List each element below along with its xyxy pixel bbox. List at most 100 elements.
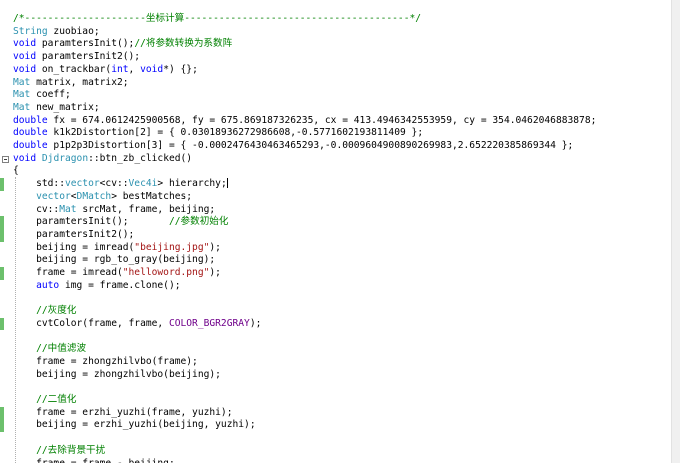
- code-token: frame = frame - beijing;: [13, 457, 175, 463]
- code-line[interactable]: double p1p2p3Distortion[3] = { -0.000247…: [13, 140, 573, 153]
- code-token: *) {};: [163, 63, 198, 75]
- collapse-fold-icon[interactable]: [2, 155, 9, 163]
- code-token: int: [111, 63, 129, 75]
- code-token: "helloword.png": [122, 267, 210, 278]
- code-line[interactable]: String zuobiao;: [13, 26, 100, 39]
- code-line[interactable]: //去除背景干扰: [13, 445, 105, 458]
- code-token: new_matrix;: [30, 101, 100, 113]
- code-token: ::btn_zb_clicked(): [88, 152, 193, 164]
- change-marker: [0, 216, 4, 242]
- code-line[interactable]: cvtColor(frame, frame, COLOR_BGR2GRAY);: [13, 318, 261, 331]
- code-token: //去除背景干扰: [36, 444, 106, 456]
- code-line[interactable]: cv::Mat srcMat, frame, beijing;: [13, 204, 215, 217]
- code-token: //二值化: [36, 394, 77, 405]
- code-line[interactable]: void paramtersInit2();: [13, 51, 140, 64]
- code-token: );: [249, 317, 262, 329]
- code-editor[interactable]: /*---------------------坐标计算-------------…: [0, 0, 680, 463]
- code-token: COLOR_BGR2GRAY: [168, 317, 250, 329]
- change-marker: [0, 317, 4, 331]
- code-line[interactable]: paramtersInit2();: [13, 229, 134, 242]
- code-token: ,: [128, 63, 141, 75]
- code-token: Mat: [13, 76, 31, 88]
- code-token: void: [13, 38, 37, 50]
- code-token: cv::: [13, 203, 60, 215]
- code-token: > bestMatches;: [111, 190, 193, 202]
- code-token: srcMat, frame, beijing;: [76, 203, 216, 215]
- text-caret: [226, 178, 228, 189]
- code-token: beijing = rgb_to_gray(beijing);: [13, 254, 216, 266]
- code-token: coeff;: [30, 89, 71, 101]
- code-token: Mat: [59, 203, 77, 215]
- code-line[interactable]: paramtersInit(); //参数初始化: [13, 216, 228, 229]
- code-line[interactable]: frame = frame - beijing;: [13, 458, 175, 463]
- code-token: cvtColor(frame, frame,: [13, 317, 169, 329]
- code-line[interactable]: double fx = 674.0612425900568, fy = 675.…: [13, 115, 596, 128]
- code-token: paramtersInit();: [36, 38, 135, 50]
- code-line[interactable]: frame = imread("helloword.png");: [13, 267, 221, 280]
- code-token: double: [13, 127, 48, 139]
- code-line[interactable]: beijing = imread("beijing.jpg");: [13, 242, 221, 255]
- code-line[interactable]: void Djdragon::btn_zb_clicked(): [13, 153, 192, 166]
- code-token: paramtersInit2();: [13, 228, 135, 240]
- code-token: double: [13, 114, 48, 126]
- code-token: > hierarchy;: [157, 178, 227, 190]
- code-line[interactable]: //灰度化: [13, 305, 76, 318]
- code-token: zuobiao;: [47, 25, 100, 37]
- code-line[interactable]: vector<DMatch> bestMatches;: [13, 191, 192, 204]
- code-line[interactable]: std::vector<cv::Vec4i> hierarchy;: [13, 178, 228, 191]
- code-token: p1p2p3Distortion[3] = { -0.0002476430463…: [47, 140, 574, 151]
- code-token: frame = zhongzhilvbo(frame);: [13, 355, 198, 367]
- code-token: double: [13, 140, 48, 151]
- code-token: paramtersInit2();: [36, 51, 141, 63]
- code-token: vector: [64, 178, 100, 190]
- code-token: );: [209, 267, 221, 278]
- code-line[interactable]: //二值化: [13, 394, 76, 407]
- code-token: beijing = zhongzhilvbo(beijing);: [13, 368, 221, 380]
- indent-guide: [15, 176, 16, 463]
- code-token: void: [140, 63, 164, 75]
- code-token: DMatch: [76, 190, 112, 202]
- code-line[interactable]: /*---------------------坐标计算-------------…: [13, 13, 421, 26]
- code-line[interactable]: auto img = frame.clone();: [13, 279, 181, 293]
- code-token: frame = imread(: [13, 267, 123, 278]
- code-line[interactable]: double k1k2Distortion[2] = { 0.030189362…: [13, 127, 423, 140]
- code-token: //中值滤波: [36, 343, 87, 355]
- code-token: void: [13, 63, 37, 75]
- code-token: Mat: [13, 101, 31, 113]
- code-line[interactable]: void on_trackbar(int, void*) {};: [13, 64, 198, 77]
- code-line[interactable]: beijing = erzhi_yuzhi(beijing, yuzhi);: [13, 419, 256, 432]
- code-token: //参数初始化: [168, 216, 229, 228]
- code-line[interactable]: //中值滤波: [13, 343, 86, 356]
- code-token: img = frame.clone();: [59, 279, 181, 291]
- vertical-scrollbar[interactable]: [671, 0, 680, 463]
- code-line[interactable]: frame = erzhi_yuzhi(frame, yuzhi);: [13, 407, 232, 420]
- code-token: beijing = imread(: [13, 241, 135, 253]
- code-token: matrix, matrix2;: [30, 76, 129, 88]
- code-token: String: [13, 25, 48, 37]
- code-line[interactable]: Mat coeff;: [13, 89, 71, 102]
- code-token: );: [209, 241, 221, 253]
- code-token: fx = 674.0612425900568, fy = 675.8691873…: [47, 114, 597, 126]
- code-line[interactable]: beijing = zhongzhilvbo(beijing);: [13, 369, 221, 382]
- code-token: paramtersInit();: [13, 216, 169, 228]
- code-line[interactable]: frame = zhongzhilvbo(frame);: [13, 356, 198, 369]
- code-token: k1k2Distortion[2] = { 0.0301893627298660…: [47, 127, 424, 139]
- code-token: Vec4i: [128, 178, 158, 190]
- code-line[interactable]: Mat matrix, matrix2;: [13, 77, 129, 90]
- code-line[interactable]: beijing = rgb_to_gray(beijing);: [13, 254, 215, 267]
- code-line[interactable]: Mat new_matrix;: [13, 102, 100, 115]
- code-token: vector: [36, 190, 71, 202]
- code-token: "beijing.jpg": [134, 241, 210, 253]
- code-line[interactable]: void paramtersInit();//将参数转换为系数阵: [13, 38, 232, 51]
- code-token: //灰度化: [36, 305, 77, 317]
- code-token: Djdragon: [41, 152, 89, 164]
- change-marker: [0, 406, 4, 433]
- code-token: auto: [36, 279, 60, 291]
- code-token: void: [13, 51, 37, 63]
